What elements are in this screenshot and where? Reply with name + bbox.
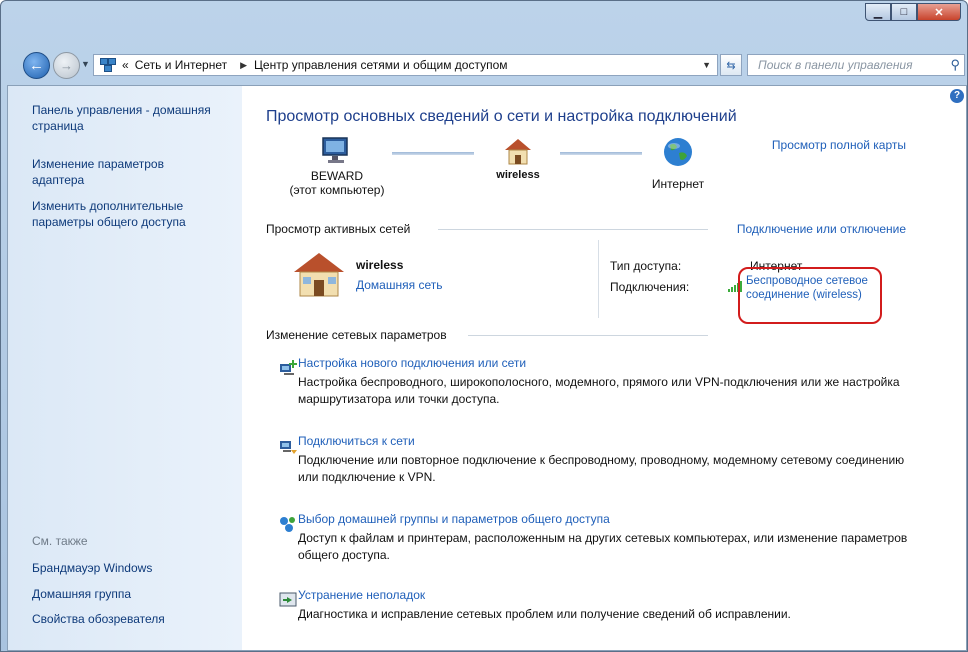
see-also-heading: См. также — [32, 534, 88, 548]
network-type-link[interactable]: Домашняя сеть — [356, 278, 442, 292]
map-link-line — [392, 152, 474, 155]
computer-name: BEWARD — [310, 169, 364, 183]
address-bar[interactable]: « Сеть и Интернет ▶ Центр управления сет… — [93, 54, 718, 76]
full-map-link[interactable]: Просмотр полной карты — [772, 138, 906, 152]
page-title: Просмотр основных сведений о сети и наст… — [266, 108, 737, 125]
refresh-button[interactable]: ⇆ — [720, 54, 742, 76]
details-divider — [598, 240, 599, 318]
sidebar-item-sharing[interactable]: Изменить дополнительные параметры общего… — [32, 198, 222, 230]
access-type-label: Тип доступа: — [610, 259, 682, 273]
map-computer[interactable]: BEWARD (этот компьютер) — [282, 136, 392, 197]
active-network-name: wireless — [356, 258, 404, 272]
sidebar-item-browser-properties[interactable]: Свойства обозревателя — [32, 611, 165, 627]
map-link-line — [560, 152, 642, 155]
homegroup-icon — [280, 517, 295, 532]
sidebar: Панель управления - домашняя страница Из… — [8, 86, 242, 650]
highlight-annotation — [738, 267, 882, 324]
home-network-icon — [294, 253, 344, 297]
task-troubleshoot: Устранение неполадок Диагностика и испра… — [298, 588, 908, 623]
minimize-button[interactable]: ▁ — [865, 3, 891, 21]
back-button[interactable]: ← — [23, 52, 50, 79]
task-troubleshoot-desc: Диагностика и исправление сетевых пробле… — [298, 607, 791, 621]
close-button[interactable]: ✕ — [917, 3, 961, 21]
breadcrumb-network-internet[interactable]: Сеть и Интернет — [135, 58, 227, 72]
search-placeholder: Поиск в панели управления — [758, 58, 913, 72]
computer-sub: (этот компьютер) — [289, 183, 385, 197]
active-networks-heading: Просмотр активных сетей — [266, 222, 411, 236]
sidebar-item-homegroup[interactable]: Домашняя группа — [32, 586, 131, 602]
history-dropdown-icon[interactable]: ▼ — [81, 59, 90, 69]
task-connect-network-link[interactable]: Подключиться к сети — [298, 434, 908, 448]
section-divider — [438, 229, 708, 230]
title-bar: ▁ □ ✕ — [1, 1, 967, 43]
address-dropdown-icon[interactable]: ▼ — [702, 60, 711, 70]
task-homegroup-link[interactable]: Выбор домашней группы и параметров общег… — [298, 512, 908, 526]
map-network[interactable]: wireless — [478, 136, 558, 181]
task-connect-network: Подключиться к сети Подключение или повт… — [298, 434, 908, 486]
section-divider — [468, 335, 708, 336]
control-panel-window: ▁ □ ✕ ← → ▼ « Сеть и Интернет ▶ Центр уп… — [0, 0, 968, 652]
task-new-connection-desc: Настройка беспроводного, широкополосного… — [298, 375, 900, 406]
task-troubleshoot-link[interactable]: Устранение неполадок — [298, 588, 908, 602]
breadcrumb-overflow[interactable]: « — [122, 58, 129, 72]
search-input[interactable]: Поиск в панели управления ⚲ — [747, 54, 965, 76]
task-new-connection: Настройка нового подключения или сети На… — [298, 356, 908, 408]
maximize-button[interactable]: □ — [891, 3, 917, 21]
task-homegroup-desc: Доступ к файлам и принтерам, расположенн… — [298, 531, 908, 562]
connect-network-icon — [280, 441, 297, 454]
help-icon[interactable]: ? — [950, 89, 964, 103]
network-icon — [100, 58, 116, 72]
troubleshoot-icon — [279, 592, 297, 607]
search-icon[interactable]: ⚲ — [950, 57, 960, 73]
connect-disconnect-link[interactable]: Подключение или отключение — [737, 222, 906, 236]
task-homegroup: Выбор домашней группы и параметров общег… — [298, 512, 908, 564]
sidebar-item-adapter[interactable]: Изменение параметров адаптера — [32, 156, 212, 188]
task-new-connection-link[interactable]: Настройка нового подключения или сети — [298, 356, 908, 370]
task-connect-network-desc: Подключение или повторное подключение к … — [298, 453, 905, 484]
content-area: Панель управления - домашняя страница Из… — [7, 85, 967, 651]
breadcrumb-network-center[interactable]: Центр управления сетями и общим доступом — [254, 58, 508, 72]
house-icon — [505, 139, 531, 165]
main-panel: ? Просмотр основных сведений о сети и на… — [242, 86, 966, 650]
internet-label: Интернет — [651, 177, 705, 191]
sidebar-item-home[interactable]: Панель управления - домашняя страница — [32, 102, 212, 134]
globe-icon — [664, 138, 692, 166]
computer-icon — [322, 137, 348, 163]
map-internet[interactable]: Интернет — [638, 136, 718, 191]
breadcrumb-arrow-icon[interactable]: ▶ — [240, 60, 247, 71]
connections-label: Подключения: — [610, 280, 690, 294]
forward-button[interactable]: → — [53, 52, 80, 79]
navigation-bar: ← → ▼ « Сеть и Интернет ▶ Центр управлен… — [1, 49, 967, 83]
sidebar-item-firewall[interactable]: Брандмауэр Windows — [32, 560, 152, 576]
network-name: wireless — [496, 169, 540, 181]
new-connection-icon — [280, 360, 297, 375]
change-settings-heading: Изменение сетевых параметров — [266, 328, 447, 342]
window-controls: ▁ □ ✕ — [865, 3, 961, 21]
